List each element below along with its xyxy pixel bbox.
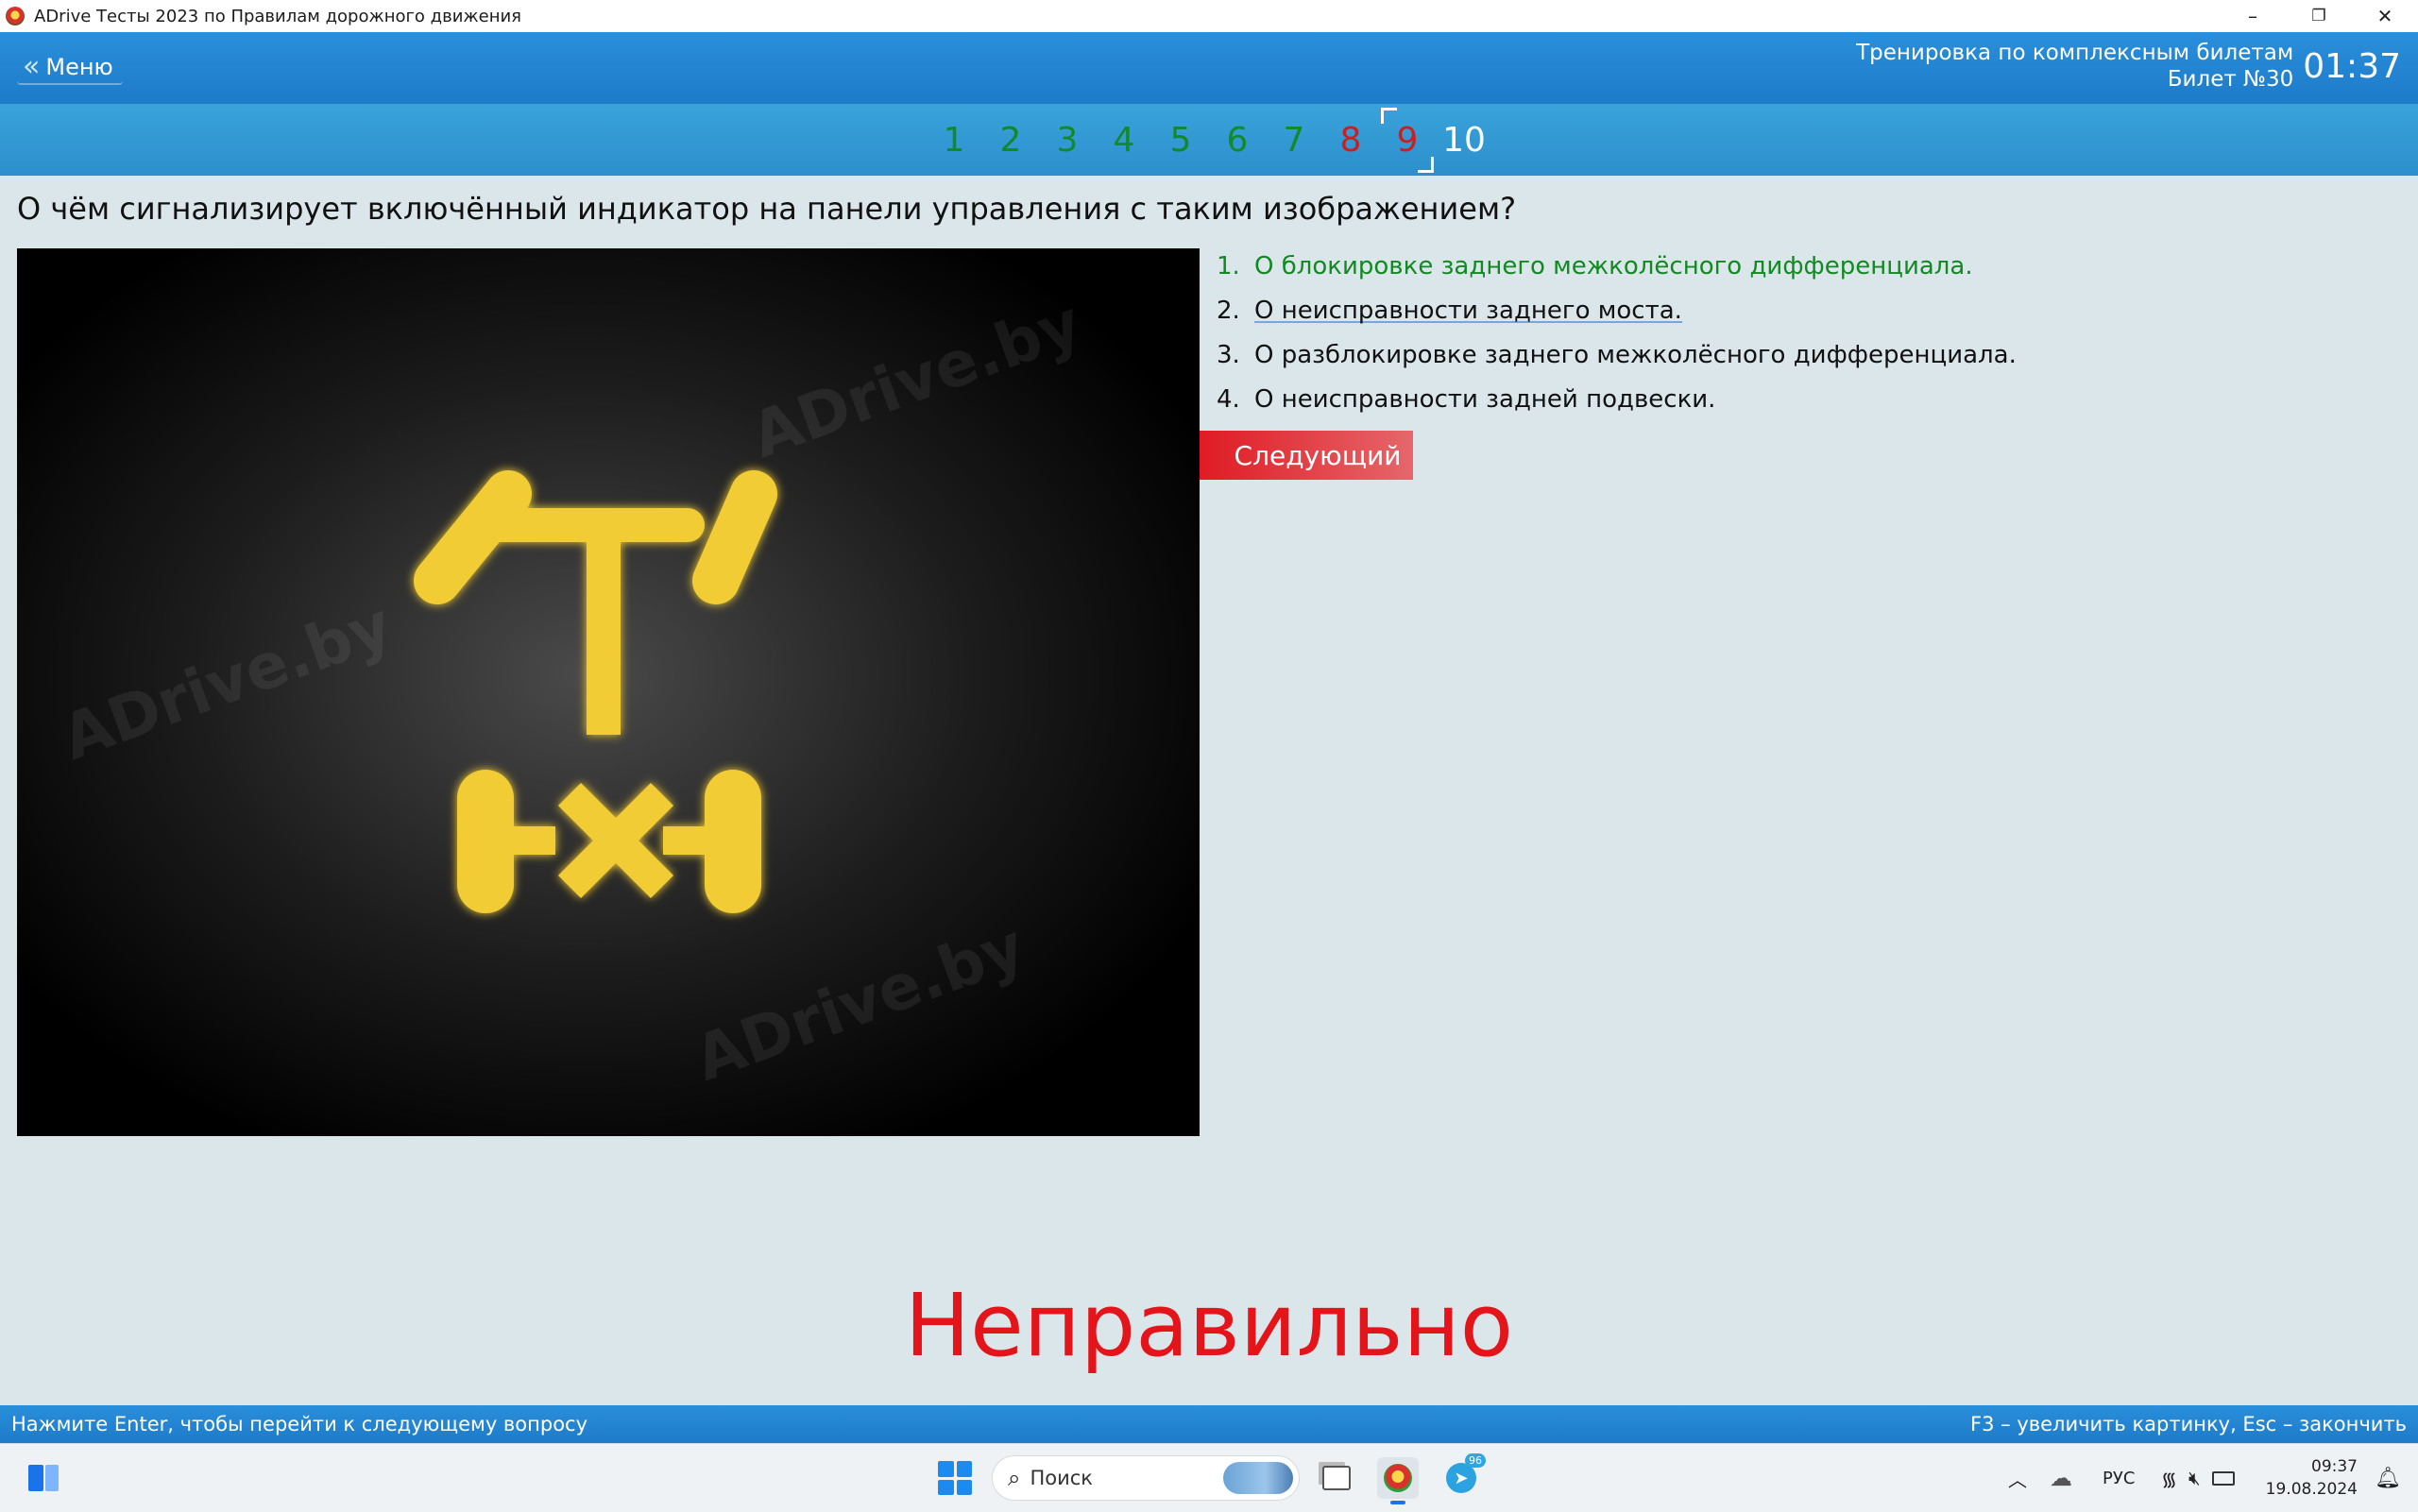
windows-logo-part (938, 1479, 954, 1495)
language-indicator[interactable]: РУС (2103, 1444, 2135, 1512)
search-label: Поиск (1030, 1467, 1093, 1489)
active-indicator (1390, 1501, 1405, 1504)
question-nav-item-current[interactable]: 9 (1379, 107, 1436, 173)
task-view-button[interactable] (1316, 1457, 1357, 1499)
rear-differential-lock-icon (414, 470, 777, 913)
taskbar-clock[interactable]: 09:37 19.08.2024 (2266, 1455, 2358, 1501)
result-verdict: Неправильно (904, 1275, 1514, 1376)
wifi-icon: ᯾ (2161, 1467, 2178, 1490)
bell-icon: 🔔︎ (2375, 1466, 2401, 1490)
restore-button[interactable]: ❐ (2286, 0, 2352, 32)
question-text: О чём сигнализирует включённый индикатор… (17, 191, 1517, 227)
timer: 01:37 (2303, 46, 2401, 86)
answer-index: 2. (1217, 296, 1240, 325)
language-label: РУС (2103, 1468, 2136, 1488)
clock-time: 09:37 (2311, 1457, 2358, 1476)
answer-index: 3. (1217, 340, 1240, 369)
widgets-icon-part (45, 1465, 59, 1491)
search-highlight-image (1223, 1462, 1293, 1494)
question-nav-item[interactable]: 10 (1436, 121, 1492, 160)
cloud-icon: ☁ (2050, 1465, 2072, 1491)
training-mode-label: Тренировка по комплексным билетам (1856, 41, 2294, 65)
adrive-taskbar-app[interactable] (1377, 1457, 1419, 1504)
menu-button[interactable]: « Меню (17, 51, 123, 85)
close-button[interactable]: ✕ (2352, 0, 2418, 32)
menu-button-label: Меню (45, 54, 113, 80)
telegram-taskbar-app[interactable]: ➤ 96 (1440, 1453, 1486, 1499)
ticket-number: Билет №30 (2167, 67, 2294, 92)
start-button[interactable] (938, 1461, 972, 1495)
status-hint-left: Нажмите Enter, чтобы перейти к следующем… (11, 1413, 588, 1436)
battery-icon (2211, 1470, 2235, 1486)
question-nav-item[interactable]: 1 (926, 121, 982, 160)
windows-logo-icon (938, 1461, 954, 1477)
next-button[interactable]: Следующий (1200, 431, 1413, 480)
answer-option[interactable]: 1. О блокировке заднего межколёсного диф… (1217, 244, 2017, 288)
question-nav-item[interactable]: 2 (982, 121, 1039, 160)
widgets-button[interactable] (26, 1461, 60, 1495)
clock-date: 19.08.2024 (2265, 1480, 2358, 1499)
question-nav-item[interactable]: 6 (1209, 121, 1266, 160)
answer-option[interactable]: 3. О разблокировке заднего межколёсного … (1217, 332, 2017, 377)
status-hint-right: F3 – увеличить картинку, Esc – закончить (1970, 1413, 2407, 1436)
task-view-icon (1322, 1466, 1351, 1490)
header-ticket-info: Тренировка по комплексным билетам Билет … (1856, 40, 2401, 93)
status-bar: Нажмите Enter, чтобы перейти к следующем… (0, 1405, 2418, 1443)
chevron-left-icon: « (23, 50, 41, 83)
onedrive-tray[interactable]: ☁ (2050, 1444, 2072, 1512)
chevron-up-icon: ︿ (2008, 1468, 2027, 1491)
volume-muted-icon: 🔇︎ (2188, 1467, 2201, 1489)
widgets-icon (28, 1465, 43, 1491)
answer-text: О разблокировке заднего межколёсного диф… (1254, 340, 2017, 369)
windows-logo-part (956, 1461, 972, 1477)
network-volume-battery[interactable]: ᯾ 🔇︎ (2161, 1444, 2235, 1512)
question-nav-item[interactable]: 3 (1039, 121, 1096, 160)
taskbar-search[interactable]: ⌕ Поиск (992, 1455, 1300, 1501)
taskbar: ⌕ Поиск ➤ 96 ︿ ☁ РУС ᯾ 🔇︎ 09:37 19.08.20… (0, 1443, 2418, 1512)
answer-index: 4. (1217, 384, 1240, 414)
question-image[interactable]: ADrive.by ADrive.by ADrive.by (17, 248, 1200, 1136)
window-title: ADrive Тесты 2023 по Правилам дорожного … (34, 6, 521, 26)
question-nav-item[interactable]: 8 (1322, 121, 1379, 160)
answer-index: 1. (1217, 251, 1240, 280)
question-nav-item[interactable]: 5 (1152, 121, 1209, 160)
window-titlebar: ADrive Тесты 2023 по Правилам дорожного … (0, 0, 2418, 32)
question-nav: 1 2 3 4 5 6 7 8 9 10 (0, 104, 2418, 176)
answer-option[interactable]: 4. О неисправности задней подвески. (1217, 377, 2017, 421)
windows-logo-part (956, 1479, 972, 1495)
answer-text: О неисправности заднего моста. (1254, 296, 1682, 325)
answer-text: О неисправности задней подвески. (1254, 384, 1716, 414)
answer-text: О блокировке заднего межколёсного диффер… (1254, 251, 1973, 280)
app-logo-icon (6, 7, 25, 25)
notifications-button[interactable]: 🔔︎ (2375, 1444, 2401, 1512)
answer-list: 1. О блокировке заднего межколёсного диф… (1217, 244, 2017, 421)
tray-overflow-button[interactable]: ︿ (2008, 1444, 2027, 1512)
notification-badge: 96 (1465, 1453, 1486, 1468)
search-icon: ⌕ (1008, 1465, 1021, 1491)
question-nav-item[interactable]: 7 (1266, 121, 1322, 160)
question-nav-item[interactable]: 4 (1096, 121, 1152, 160)
minimize-button[interactable]: – (2220, 0, 2286, 32)
answer-option-selected[interactable]: 2. О неисправности заднего моста. (1217, 288, 2017, 332)
adrive-app-icon (1384, 1464, 1412, 1492)
app-header: « Меню Тренировка по комплексным билетам… (0, 32, 2418, 104)
